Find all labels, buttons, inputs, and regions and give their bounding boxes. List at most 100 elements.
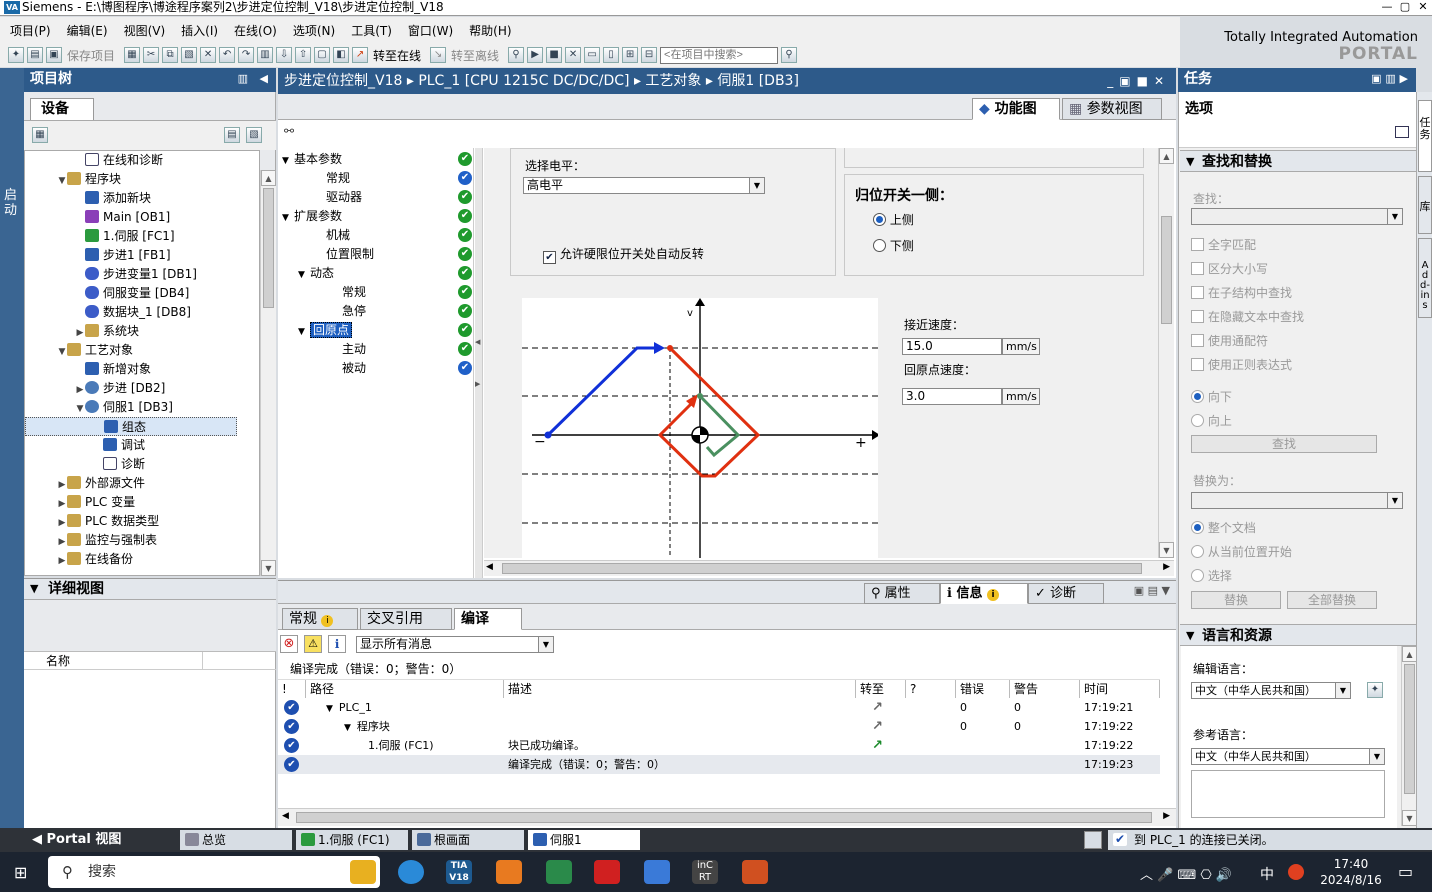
tree-item[interactable]: Main [OB1]	[25, 208, 237, 227]
nav-item[interactable]: 急停	[278, 302, 468, 321]
nav-item[interactable]: 常规	[278, 169, 468, 188]
tree-item[interactable]: ▼ 工艺对象	[25, 341, 237, 360]
start-cpu-icon[interactable]: ▶	[527, 47, 544, 63]
nav-item[interactable]: 被动	[278, 359, 468, 378]
editor-h-scrollbar[interactable]: ◀ ▶	[484, 560, 1174, 576]
scroll-up-icon[interactable]: ▲	[261, 170, 276, 186]
tray-icons[interactable]: ︿ 🎤 ⌨ ⎔ 🔊	[1140, 864, 1232, 883]
tree-item[interactable]: 1.伺服 [FC1]	[25, 227, 237, 246]
go-online-button[interactable]: 转至在线	[373, 47, 421, 64]
upper-radio[interactable]	[873, 213, 886, 226]
collapse-nav-icon[interactable]: ◀	[475, 338, 480, 346]
scope-selection-radio[interactable]	[1191, 569, 1204, 582]
find-option[interactable]: 在子结构中查找	[1191, 284, 1292, 301]
wps-icon[interactable]	[594, 860, 620, 884]
search-project-icon[interactable]: ⚲	[781, 47, 798, 63]
tree-item[interactable]: 组态	[25, 417, 237, 436]
save-project-button[interactable]: 保存项目	[67, 47, 115, 64]
message-row[interactable]: ✔ 1.伺服 (FC1) 块已成功编译。 ↗ 17:19:22	[278, 736, 1160, 755]
find-option-checkbox[interactable]	[1191, 358, 1204, 371]
windows-start-icon[interactable]: ⊞	[14, 864, 32, 882]
scroll-right-icon[interactable]: ▶	[1163, 562, 1170, 572]
editor-window-controls[interactable]: _▣■✕	[1107, 68, 1170, 94]
maximize-area-icon[interactable]: ⊞	[622, 47, 639, 63]
scope-whole-radio[interactable]	[1191, 521, 1204, 534]
find-option[interactable]: 使用正则表达式	[1191, 356, 1292, 373]
scroll-thumb[interactable]	[263, 188, 274, 308]
nav-item[interactable]: 常规	[278, 283, 468, 302]
expanded-icon[interactable]: ▼	[344, 723, 351, 733]
scroll-left-icon[interactable]: ◀	[282, 811, 289, 821]
tree-item[interactable]: ▶ 监控与强制表	[25, 531, 237, 550]
find-option[interactable]: 在隐藏文本中查找	[1191, 308, 1304, 325]
tree-item[interactable]: ▶ 在线备份	[25, 550, 237, 569]
editor-scrollbar[interactable]: ▲ ▼	[1158, 148, 1174, 558]
tree-item[interactable]: ▼ 伺服1 [DB3]	[25, 398, 237, 417]
tree-item[interactable]: ▶ PLC 数据类型	[25, 512, 237, 531]
split-editor-icon[interactable]: ▥	[257, 47, 274, 63]
level-select[interactable]: 高电平 ▼	[523, 177, 765, 194]
tree-item[interactable]: ▼ 程序块	[25, 170, 237, 189]
nav-item[interactable]: ▼ 动态	[278, 264, 468, 283]
nav-toolbar-icon[interactable]: ⚯	[284, 124, 294, 138]
scope-whole[interactable]: 整个文档	[1191, 519, 1256, 536]
tree-item[interactable]: ▶ PLC 变量	[25, 493, 237, 512]
scroll-down-icon[interactable]: ▼	[1159, 542, 1174, 558]
portal-tab-fc1[interactable]: 1.伺服 (FC1)	[296, 830, 408, 850]
language-resources-header[interactable]: ▼ 语言和资源	[1180, 624, 1416, 646]
find-option-checkbox[interactable]	[1191, 334, 1204, 347]
tab-diagnostics[interactable]: ✓ 诊断	[1028, 583, 1104, 604]
home-speed-input[interactable]: 3.0	[902, 388, 1002, 405]
tab-function-view[interactable]: ◆ 功能图	[972, 98, 1060, 120]
options-view-icon[interactable]	[1395, 126, 1409, 138]
nav-item[interactable]: ▼ 扩展参数	[278, 207, 468, 226]
approach-speed-input[interactable]: 15.0	[902, 338, 1002, 355]
go-online-icon[interactable]: ↗	[352, 47, 369, 63]
goto-icon[interactable]: ↗	[872, 736, 883, 755]
pane-pin-icon[interactable]: ▥	[238, 68, 248, 90]
print-icon[interactable]: ▦	[124, 47, 141, 63]
dir-up[interactable]: 向上	[1191, 412, 1232, 429]
go-offline-button[interactable]: 转至离线	[451, 47, 499, 64]
menu-help[interactable]: 帮助(H)	[469, 22, 511, 39]
status-list-icon[interactable]	[1084, 831, 1102, 849]
tab-parameter-view[interactable]: ▦ 参数视图	[1062, 98, 1162, 120]
copy-icon[interactable]: ⧉	[162, 47, 179, 63]
tree-item[interactable]: ▶ 系统块	[25, 322, 237, 341]
portal-tab-overview[interactable]: 总览	[180, 830, 292, 850]
find-option[interactable]: 使用通配符	[1191, 332, 1268, 349]
accessible-devices-icon[interactable]: ⚲	[508, 47, 525, 63]
filter-warnings-icon[interactable]: ⚠	[304, 635, 322, 653]
nav-item[interactable]: 驱动器	[278, 188, 468, 207]
tree-item[interactable]: 调试	[25, 436, 237, 455]
tree-overview-icon[interactable]: ▤	[224, 127, 240, 143]
redo-icon[interactable]: ↷	[238, 47, 255, 63]
goto-icon[interactable]: ↗	[872, 717, 883, 736]
find-option-checkbox[interactable]	[1191, 238, 1204, 251]
delete-icon[interactable]: ✕	[200, 47, 217, 63]
side-tab-addins[interactable]: Add-ins	[1418, 238, 1432, 318]
tree-item[interactable]: 在线和诊断	[25, 151, 237, 170]
tree-item[interactable]: ▶ 步进 [DB2]	[25, 379, 237, 398]
language-settings-icon[interactable]: ✦	[1367, 682, 1383, 698]
scroll-up-icon[interactable]: ▲	[1402, 646, 1417, 662]
menu-options[interactable]: 选项(N)	[293, 22, 335, 39]
message-row[interactable]: ✔ 编译完成（错误：0；警告：0） 17:19:23	[278, 755, 1160, 774]
project-tree-scrollbar[interactable]: ▲ ▼	[260, 170, 276, 576]
find-button[interactable]: 查找	[1191, 435, 1377, 453]
find-input[interactable]: ▼	[1191, 208, 1403, 225]
open-project-icon[interactable]: ▤	[27, 47, 43, 63]
goto-icon[interactable]: ↗	[872, 698, 883, 717]
dir-down[interactable]: 向下	[1191, 388, 1232, 405]
message-row[interactable]: ✔ ▼ 程序块 ↗ 0 0 17:19:22	[278, 717, 1160, 736]
compile-icon[interactable]: ⇩	[276, 47, 293, 63]
expanded-icon[interactable]: ▼	[326, 704, 333, 714]
ref-lang-select[interactable]: 中文（中华人民共和国） ▼	[1191, 748, 1385, 765]
simulation-icon[interactable]: ◧	[333, 47, 350, 63]
connection-status[interactable]: ✔ 到 PLC_1 的连接已关闭。	[1108, 830, 1432, 850]
nav-item[interactable]: ▼ 回原点	[278, 321, 468, 340]
notification-icon[interactable]: ▭	[1398, 862, 1413, 881]
details-view-header[interactable]: ▼ 详细视图	[24, 578, 276, 600]
scroll-thumb[interactable]	[1404, 664, 1415, 794]
portal-view-button[interactable]: ◀ Portal 视图	[32, 830, 121, 850]
